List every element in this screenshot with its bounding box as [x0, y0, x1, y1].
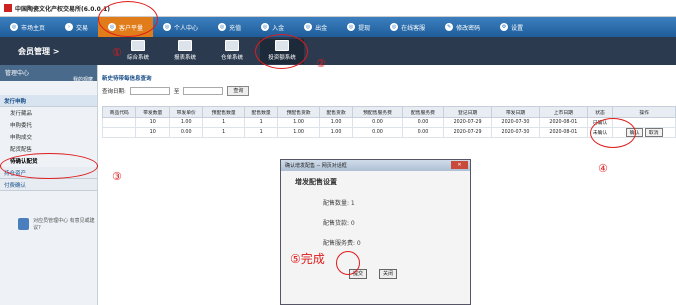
- filter-title: 新史待带每信息查询: [102, 76, 152, 82]
- annotation-circle-3: [0, 153, 98, 179]
- module-title: 会员管理 >: [18, 47, 60, 56]
- nav-home[interactable]: ◎ 市场主页: [0, 17, 55, 37]
- service-icon: ◎: [390, 23, 399, 31]
- home-icon: ◎: [10, 23, 18, 31]
- report-icon: [178, 40, 192, 51]
- date-from-input[interactable]: [129, 87, 170, 95]
- annotation-circle-4: [590, 118, 636, 148]
- general-icon: [131, 40, 145, 51]
- annotation-circle-5: [336, 251, 360, 275]
- confirm-dialog: 确认增发配售 -- 网页对话框 ✕ 增发配售设置 配售数量: 1 配售货款: 0…: [280, 159, 471, 305]
- nav-password[interactable]: ✎ 修改密码: [435, 17, 490, 37]
- dialog-amount: 配售货款: 0: [323, 220, 355, 227]
- nav-withdraw[interactable]: ◎ 出金: [294, 17, 337, 37]
- annotation-2: ②: [316, 57, 326, 70]
- nav-trade[interactable]: › 交易: [55, 17, 98, 37]
- nav-settings[interactable]: ⚙ 设置: [490, 17, 533, 37]
- nav-cashout[interactable]: ◎ 提现: [337, 17, 380, 37]
- annotation-4: ④: [598, 162, 608, 175]
- sidebar-head-sub[interactable]: 我的观摩: [73, 76, 93, 83]
- date-to-input[interactable]: [183, 87, 224, 95]
- filter-row: 查询日期: 至 查询: [102, 86, 676, 96]
- system-warehouse[interactable]: 仓单系统: [210, 39, 254, 64]
- table-header: 商品代码 带发数量 带发单价 预配售数量 配售数量 预配售货款 配售货款 预配售…: [101, 106, 676, 118]
- system-general[interactable]: 综合系统: [116, 39, 160, 64]
- app-title: 中国陶瓷文化产权交易所(6.0.0.1): [15, 5, 111, 13]
- annotation-3: ③: [112, 170, 122, 183]
- sidebar-section-payment[interactable]: 付费确认: [0, 179, 97, 191]
- withdraw-icon: ◎: [304, 23, 313, 31]
- nav-personal[interactable]: ◎ 个人中心: [153, 17, 208, 37]
- dialog-fee: 配售服务费: 0: [323, 240, 361, 247]
- nav-recharge[interactable]: ◎ 充值: [208, 17, 251, 37]
- sidebar-head: 管理中心 我的观摩: [0, 65, 97, 83]
- gear-icon: ⚙: [500, 23, 509, 31]
- deposit-icon: ◎: [261, 23, 270, 31]
- key-icon: ✎: [445, 23, 454, 31]
- dialog-heading: 增发配售设置: [295, 178, 337, 186]
- system-report[interactable]: 报表系统: [163, 39, 207, 64]
- annotation-5: ⑤完成: [290, 252, 325, 266]
- warehouse-icon: [225, 40, 239, 51]
- cancel-button[interactable]: 取消: [644, 128, 663, 137]
- query-button[interactable]: 查询: [227, 86, 250, 96]
- trade-icon: ›: [65, 23, 74, 31]
- sidebar-item-subscribe[interactable]: 申购委托: [0, 119, 97, 131]
- sidebar-item-issue[interactable]: 发行藏品: [0, 107, 97, 119]
- dialog-close-button[interactable]: 关闭: [379, 269, 397, 279]
- dialog-qty: 配售数量: 1: [323, 200, 355, 207]
- nav-service[interactable]: ◎ 在线客服: [380, 17, 435, 37]
- dialog-title: 确认增发配售 -- 网页对话框 ✕: [281, 160, 470, 171]
- cashout-icon: ◎: [347, 23, 356, 31]
- annotation-1: ①: [112, 46, 122, 59]
- user-icon: ◎: [163, 23, 172, 31]
- annotation-circle-1: [98, 1, 158, 37]
- help-box[interactable]: 对应员管理中心 有意见或建议?: [18, 217, 97, 231]
- app-logo-icon: [4, 4, 12, 12]
- help-icon: [18, 218, 30, 230]
- close-icon[interactable]: ✕: [451, 161, 468, 169]
- sidebar-item-deal[interactable]: 申购成交: [0, 131, 97, 143]
- table-row: 10 1.00 1 1 1.00 1.00 0.00 0.00 2020-07-…: [101, 117, 676, 128]
- recharge-icon: ◎: [218, 23, 227, 31]
- annotation-circle-2: [255, 34, 308, 69]
- sidebar: 管理中心 我的观摩 发行申购 发行藏品 申购委托 申购成交 配货配售 待确认配货…: [0, 65, 98, 305]
- sidebar-section-issue[interactable]: 发行申购: [0, 95, 97, 107]
- system-bar: 会员管理 > 综合系统 报表系统 仓单系统 投资额系统: [0, 37, 676, 65]
